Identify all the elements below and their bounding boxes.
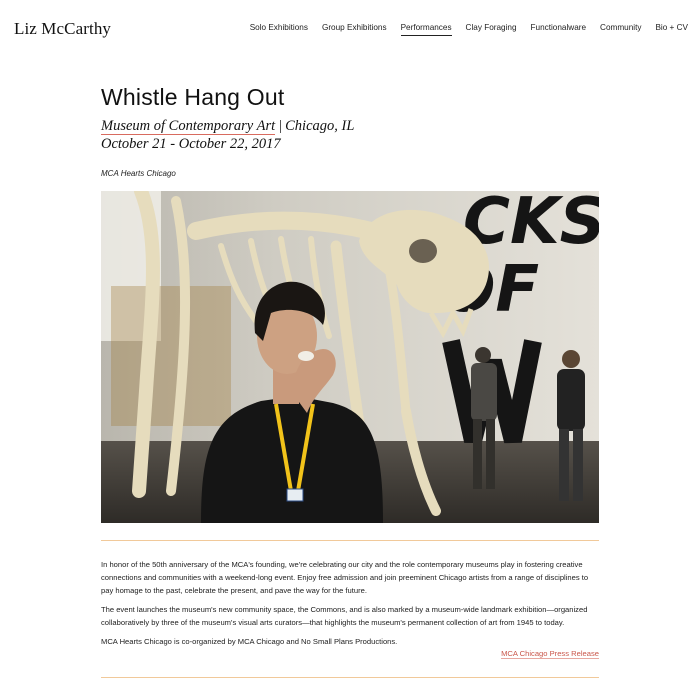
event-dates: October 21 - October 22, 2017 (101, 136, 281, 152)
venue-location: Chicago, IL (285, 118, 355, 134)
nav-item-clay-foraging[interactable]: Clay Foraging (466, 23, 517, 36)
venue-link[interactable]: Museum of Contemporary Art (101, 118, 276, 135)
description-paragraph: In honor of the 50th anniversary of the … (101, 560, 589, 595)
background-room (111, 286, 231, 426)
description-paragraph: MCA Hearts Chicago is co-organized by MC… (101, 637, 398, 646)
venue-separator: | (278, 118, 283, 134)
main-nav: Solo Exhibitions Group Exhibitions Perfo… (236, 23, 688, 36)
description-paragraph: The event launches the museum's new comm… (101, 605, 588, 627)
nav-item-solo-exhibitions[interactable]: Solo Exhibitions (250, 23, 308, 36)
performance-photo: CKS OF (101, 191, 599, 523)
section-divider-bottom (101, 677, 599, 678)
nav-item-functionalware[interactable]: Functionalware (531, 23, 587, 36)
venue-line: Museum of Contemporary Art | Chicago, IL (101, 117, 599, 135)
nav-item-bio-cv[interactable]: Bio + CV (655, 23, 688, 36)
site-header: Liz McCarthy Solo Exhibitions Group Exhi… (0, 0, 700, 56)
site-logo[interactable]: Liz McCarthy (14, 19, 111, 39)
press-release-link[interactable]: MCA Chicago Press Release (501, 649, 599, 659)
event-header: Whistle Hang Out Museum of Contemporary … (101, 82, 599, 178)
event-description: In honor of the 50th anniversary of the … (101, 558, 599, 654)
nav-item-community[interactable]: Community (600, 23, 641, 36)
nav-item-performances[interactable]: Performances (400, 23, 452, 36)
event-tag: MCA Hearts Chicago (101, 169, 176, 178)
section-divider-top (101, 540, 599, 541)
badge (286, 488, 304, 502)
page-title: Whistle Hang Out (101, 84, 285, 110)
skull-eye-socket (409, 239, 437, 263)
nav-item-group-exhibitions[interactable]: Group Exhibitions (322, 23, 387, 36)
photo-illustration: CKS OF (101, 191, 599, 523)
whistle (298, 351, 314, 361)
